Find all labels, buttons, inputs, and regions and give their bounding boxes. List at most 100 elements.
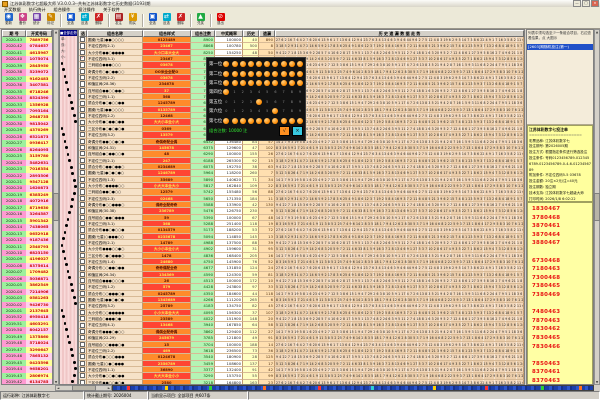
row-checkbox[interactable]: [80, 94, 85, 99]
row-checkbox[interactable]: [80, 69, 85, 74]
selected-ball-icon[interactable]: [256, 71, 262, 77]
row-checkbox[interactable]: [80, 183, 85, 188]
row-checkbox[interactable]: [80, 253, 85, 258]
scroll-thumb[interactable]: [594, 193, 600, 221]
unselected-digit[interactable]: 4: [256, 108, 262, 114]
toolbar-button-stats[interactable]: ▦统计: [30, 13, 43, 28]
selected-ball-icon[interactable]: [272, 61, 278, 67]
row-checkbox[interactable]: [80, 265, 85, 270]
row-checkbox[interactable]: [80, 88, 85, 93]
toolbar-button-select-all[interactable]: ▣全选: [64, 13, 77, 28]
unselected-digit[interactable]: 5: [264, 108, 270, 114]
selected-ball-icon[interactable]: [240, 61, 246, 67]
selected-ball-icon[interactable]: [232, 118, 238, 124]
selected-ball-icon[interactable]: [232, 71, 238, 77]
row-checkbox[interactable]: [80, 158, 85, 163]
selected-ball-icon[interactable]: [232, 61, 238, 67]
unselected-digit[interactable]: 3: [248, 89, 254, 95]
row-checkbox[interactable]: [80, 367, 85, 372]
row-checkbox[interactable]: [80, 75, 85, 80]
unselected-digit[interactable]: 7: [281, 108, 287, 114]
row-checkbox[interactable]: [80, 240, 85, 245]
selected-ball-icon[interactable]: [264, 61, 270, 67]
row-checkbox[interactable]: [80, 342, 85, 347]
row-checkbox[interactable]: [80, 284, 85, 289]
unselected-digit[interactable]: 9: [297, 108, 303, 114]
unselected-digit[interactable]: 5: [264, 99, 270, 105]
row-checkbox[interactable]: [80, 139, 85, 144]
row-checkbox[interactable]: [80, 215, 85, 220]
scroll-down-icon[interactable]: ▼: [55, 380, 57, 384]
selected-ball-icon[interactable]: [248, 80, 254, 86]
row-checkbox[interactable]: [80, 234, 85, 239]
toolbar-button-invert-select-2[interactable]: ⇄反选: [160, 13, 173, 28]
selected-ball-icon[interactable]: [281, 118, 287, 124]
unselected-digit[interactable]: 6: [272, 99, 278, 105]
toolbar-button-redeem[interactable]: ▲兑奖: [194, 13, 207, 28]
selected-ball-icon[interactable]: [248, 71, 254, 77]
selected-ball-icon[interactable]: [297, 80, 303, 86]
unselected-digit[interactable]: 9: [297, 89, 303, 95]
toolbar-button-mark[interactable]: ✎标记: [44, 13, 57, 28]
selected-ball-icon[interactable]: [264, 71, 270, 77]
row-checkbox[interactable]: [80, 354, 85, 359]
unselected-digit[interactable]: 9: [297, 99, 303, 105]
row-checkbox[interactable]: [80, 164, 85, 169]
unselected-digit[interactable]: 2: [240, 99, 246, 105]
row-checkbox[interactable]: [80, 189, 85, 194]
row-checkbox[interactable]: [80, 304, 85, 309]
row-checkbox[interactable]: [80, 43, 85, 48]
row-checkbox[interactable]: [80, 323, 85, 328]
plan-list[interactable]: [527, 50, 593, 125]
row-checkbox[interactable]: [80, 278, 85, 283]
row-checkbox[interactable]: [80, 113, 85, 118]
selected-ball-icon[interactable]: [297, 118, 303, 124]
selected-ball-icon[interactable]: [289, 71, 295, 77]
selected-ball-icon[interactable]: [240, 71, 246, 77]
selected-ball-icon[interactable]: [256, 99, 262, 105]
selected-ball-icon[interactable]: [281, 71, 287, 77]
row-checkbox[interactable]: [80, 208, 85, 213]
row-checkbox[interactable]: ✓: [80, 56, 85, 61]
row-checkbox[interactable]: [80, 120, 85, 125]
row-checkbox[interactable]: [80, 316, 85, 321]
row-checkbox[interactable]: [80, 62, 85, 67]
bet-panel-scrollbar[interactable]: ▲ ▼: [594, 29, 600, 385]
row-checkbox[interactable]: [80, 291, 85, 296]
maximize-button[interactable]: □: [582, 0, 590, 7]
toolbar-button-select-all-2[interactable]: ▣全选: [146, 13, 159, 28]
selected-ball-icon[interactable]: [256, 80, 262, 86]
selected-ball-icon[interactable]: [272, 118, 278, 124]
selected-ball-icon[interactable]: [223, 71, 229, 77]
unselected-digit[interactable]: 3: [248, 108, 254, 114]
selected-ball-icon[interactable]: [289, 118, 295, 124]
toolbar-button-delete-2[interactable]: ✗删除: [174, 13, 187, 28]
unselected-digit[interactable]: 1: [232, 89, 238, 95]
toolbar-button-invert-select[interactable]: ⇄反选: [78, 13, 91, 28]
selected-ball-icon[interactable]: [256, 118, 262, 124]
unselected-digit[interactable]: 0: [223, 99, 229, 105]
row-checkbox[interactable]: [80, 170, 85, 175]
unselected-digit[interactable]: 1: [232, 99, 238, 105]
selected-ball-icon[interactable]: [248, 118, 254, 124]
row-checkbox[interactable]: [80, 202, 85, 207]
selected-ball-icon[interactable]: [297, 71, 303, 77]
unselected-digit[interactable]: 8: [289, 99, 295, 105]
row-checkbox[interactable]: [80, 272, 85, 277]
selected-ball-icon[interactable]: [297, 61, 303, 67]
unselected-digit[interactable]: 7: [281, 89, 287, 95]
scroll-left-icon[interactable]: ◄: [57, 386, 59, 390]
scroll-up-icon[interactable]: ▲: [55, 30, 57, 34]
selected-ball-icon[interactable]: [272, 71, 278, 77]
row-checkbox[interactable]: [80, 107, 85, 112]
row-checkbox[interactable]: [80, 221, 85, 226]
selected-ball-icon[interactable]: [272, 108, 278, 114]
unselected-digit[interactable]: 3: [248, 99, 254, 105]
row-checkbox[interactable]: [80, 348, 85, 353]
unselected-digit[interactable]: 8: [289, 89, 295, 95]
selected-ball-icon[interactable]: [240, 80, 246, 86]
unselected-digit[interactable]: 7: [281, 99, 287, 105]
row-checkbox[interactable]: [80, 335, 85, 340]
selected-ball-icon[interactable]: [281, 61, 287, 67]
toolbar-button-update[interactable]: ◉更新: [2, 13, 15, 28]
